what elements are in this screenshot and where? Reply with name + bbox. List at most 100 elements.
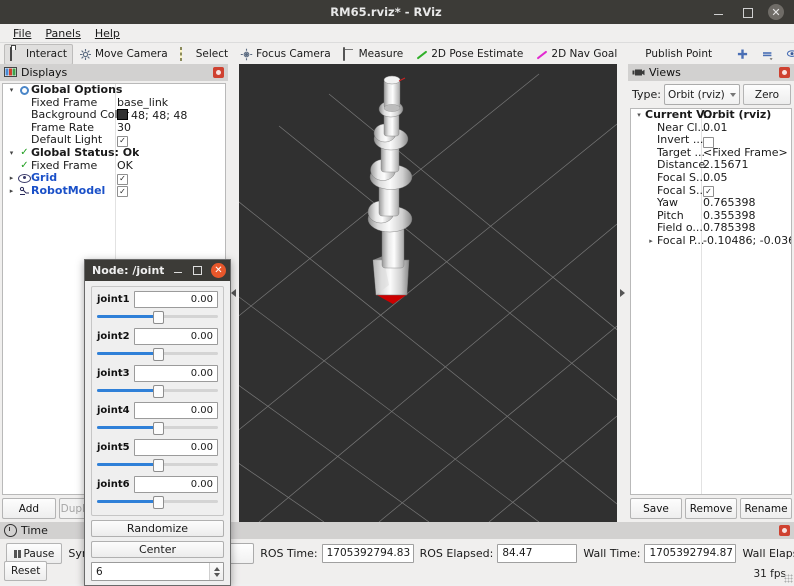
views-header: Views — [628, 64, 794, 81]
joint-count-spinbox[interactable]: 6 — [91, 562, 224, 581]
tool-2d-pose-estimate[interactable]: 2D Pose Estimate — [409, 44, 529, 65]
joint6-slider[interactable] — [97, 495, 218, 508]
twisty-icon[interactable]: ▸ — [5, 172, 18, 185]
pause-icon — [14, 550, 21, 558]
displays-close-icon[interactable] — [213, 67, 224, 78]
grid-enable-checkbox[interactable] — [117, 174, 128, 185]
color-swatch — [117, 109, 128, 120]
joint1-value[interactable]: 0.00 — [134, 291, 218, 308]
joint-row-6: joint6 0.00 — [97, 476, 218, 493]
center-button[interactable]: Center — [91, 541, 224, 558]
display-row-grid[interactable]: ▸ Grid — [3, 172, 225, 185]
tool-interact[interactable]: Interact — [4, 44, 73, 65]
display-row-status-fixed-frame[interactable]: ✓ Fixed Frame OK — [3, 160, 225, 173]
joint2-value[interactable]: 0.00 — [134, 328, 218, 345]
views-type-label: Type: — [632, 88, 661, 101]
remove-tool-icon — [761, 48, 774, 61]
joint-dialog-close-icon[interactable]: ✕ — [211, 263, 226, 278]
joint4-slider-handle[interactable] — [153, 422, 164, 435]
tool-move-camera-label: Move Camera — [95, 48, 168, 60]
display-value: OK — [117, 160, 133, 173]
joint4-value[interactable]: 0.00 — [134, 402, 218, 419]
tool-select[interactable]: Select — [174, 44, 234, 65]
rename-view-button[interactable]: Rename — [740, 498, 792, 519]
tool-publish-point[interactable]: Publish Point — [623, 44, 718, 65]
joint5-label: joint5 — [97, 442, 130, 453]
joint6-value[interactable]: 0.00 — [134, 476, 218, 493]
spin-up-icon[interactable] — [214, 567, 220, 571]
ros-time-value[interactable]: 1705392794.83 — [322, 544, 414, 563]
display-row-background-color[interactable]: Background Color 48; 48; 48 — [3, 109, 225, 122]
display-row-default-light[interactable]: Default Light — [3, 134, 225, 147]
joint3-slider-handle[interactable] — [153, 385, 164, 398]
display-row-global-options[interactable]: ▾ Global Options — [3, 84, 225, 97]
tool-measure[interactable]: Measure — [337, 44, 410, 65]
joint-dialog-minimize-icon[interactable] — [171, 264, 184, 277]
maximize-icon[interactable] — [740, 5, 754, 19]
twisty-icon[interactable]: ▾ — [5, 147, 18, 160]
tool-focus-camera[interactable]: Focus Camera — [234, 44, 337, 65]
joint3-label: joint3 — [97, 368, 130, 379]
view-value: Orbit (rviz) — [703, 109, 771, 122]
spinbox-arrows[interactable] — [209, 563, 223, 580]
minimize-icon[interactable] — [712, 5, 726, 19]
add-display-button[interactable]: Add — [2, 498, 56, 519]
wall-time-value[interactable]: 1705392794.87 — [644, 544, 736, 563]
joint6-label: joint6 — [97, 479, 130, 490]
view-row-focal-shape-size[interactable]: Focal S... 0.05 — [631, 172, 791, 185]
joint5-slider-handle[interactable] — [153, 459, 164, 472]
views-type-combo[interactable]: Orbit (rviz) — [664, 84, 740, 105]
resize-grip[interactable] — [784, 574, 793, 583]
views-title: Views — [645, 66, 779, 79]
time-panel-close-icon[interactable] — [779, 525, 790, 536]
view-row-current-view[interactable]: ▾ Current V... Orbit (rviz) — [631, 109, 791, 122]
ros-elapsed-value[interactable]: 84.47 — [497, 544, 577, 563]
joint5-value[interactable]: 0.00 — [134, 439, 218, 456]
joint2-slider-handle[interactable] — [153, 348, 164, 361]
spin-down-icon[interactable] — [214, 573, 220, 577]
joint1-slider-handle[interactable] — [153, 311, 164, 324]
view-row-focal-point[interactable]: ▸ Focal P... -0.10486; -0.036041… — [631, 235, 791, 248]
display-row-robotmodel[interactable]: ▸ RobotModel — [3, 185, 225, 198]
views-close-icon[interactable] — [779, 67, 790, 78]
twisty-icon[interactable]: ▾ — [633, 109, 645, 122]
twisty-icon[interactable]: ▾ — [5, 84, 18, 97]
menu-help[interactable]: Help — [88, 26, 127, 41]
display-row-fixed-frame[interactable]: Fixed Frame base_link — [3, 97, 225, 110]
joint2-slider[interactable] — [97, 347, 218, 360]
joint-dialog-maximize-icon[interactable] — [191, 264, 204, 277]
tool-2d-nav-goal[interactable]: 2D Nav Goal — [529, 44, 623, 65]
view-row-yaw[interactable]: Yaw 0.765398 — [631, 197, 791, 210]
zero-button[interactable]: Zero — [743, 84, 791, 105]
reset-button[interactable]: Reset — [4, 561, 47, 581]
joint6-slider-handle[interactable] — [153, 496, 164, 509]
menu-file[interactable]: File — [6, 26, 38, 41]
render-viewport[interactable] — [239, 64, 617, 522]
close-icon[interactable]: ✕ — [768, 4, 784, 20]
tool-move-camera[interactable]: Move Camera — [73, 44, 174, 65]
view-label: Focal P... — [657, 235, 704, 248]
joint3-value[interactable]: 0.00 — [134, 365, 218, 382]
display-row-frame-rate[interactable]: Frame Rate 30 — [3, 122, 225, 135]
robotmodel-enable-checkbox[interactable] — [117, 186, 128, 197]
twisty-icon[interactable]: ▸ — [645, 235, 657, 248]
menu-panels[interactable]: Panels — [38, 26, 87, 41]
joint5-slider[interactable] — [97, 458, 218, 471]
right-splitter[interactable] — [617, 64, 628, 522]
display-label: Global Status: Ok — [31, 147, 139, 160]
joint1-slider[interactable] — [97, 310, 218, 323]
display-row-global-status[interactable]: ▾ ✓ Global Status: Ok — [3, 147, 225, 160]
randomize-button[interactable]: Randomize — [91, 520, 224, 537]
default-light-checkbox[interactable] — [117, 136, 128, 147]
joint4-slider[interactable] — [97, 421, 218, 434]
tool-remove[interactable] — [755, 44, 780, 65]
views-tree[interactable]: ▾ Current V... Orbit (rviz) Near Cl... 0… — [630, 108, 792, 495]
joint3-slider[interactable] — [97, 384, 218, 397]
twisty-icon[interactable]: ▸ — [5, 185, 18, 198]
views-type-value: Orbit (rviz) — [668, 89, 727, 101]
tool-properties[interactable] — [780, 44, 794, 65]
tool-add[interactable] — [730, 44, 755, 65]
remove-view-button[interactable]: Remove — [685, 498, 737, 519]
view-row-invert-z[interactable]: Invert ... — [631, 134, 791, 147]
save-view-button[interactable]: Save — [630, 498, 682, 519]
